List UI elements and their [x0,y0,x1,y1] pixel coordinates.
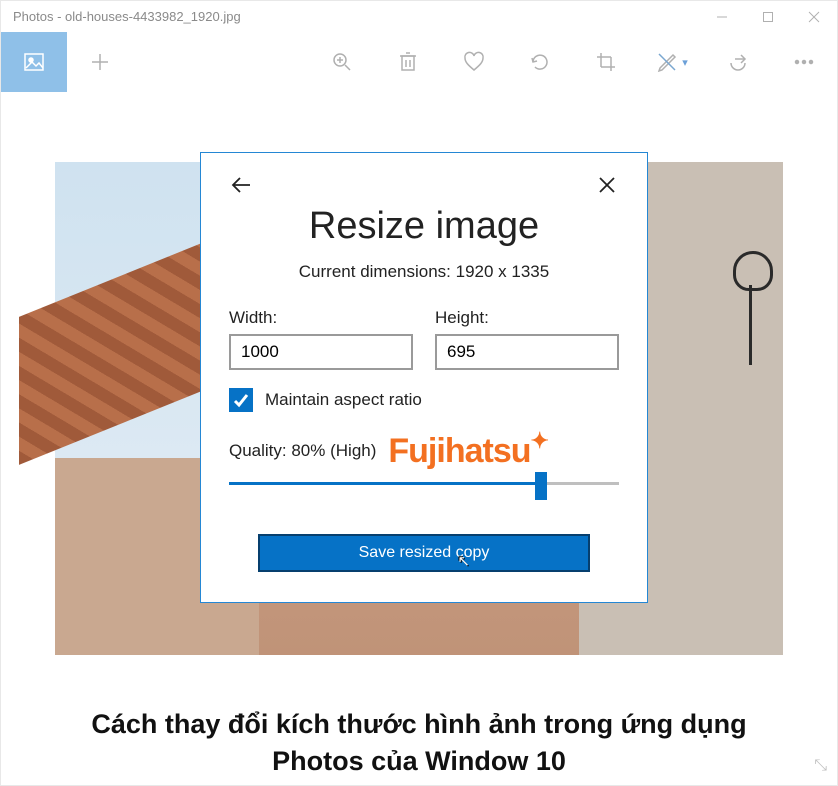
view-collection-button[interactable] [1,32,67,92]
app-title: Photos - old-houses-4433982_1920.jpg [13,9,241,24]
toolbar: ▾ [0,32,838,92]
back-button[interactable] [229,173,253,197]
rotate-button[interactable] [507,32,573,92]
favorite-button[interactable] [441,32,507,92]
share-button[interactable] [705,32,771,92]
caption-line-2: Photos của Window 10 [11,743,827,779]
more-button[interactable] [771,32,837,92]
close-dialog-button[interactable] [595,173,619,197]
caption-text: Cách thay đổi kích thước hình ảnh trong … [11,706,827,779]
resize-dialog: Resize image Current dimensions: 1920 x … [200,152,648,603]
quality-slider[interactable] [229,472,619,500]
height-input[interactable] [435,334,619,370]
crop-button[interactable] [573,32,639,92]
maintain-aspect-checkbox[interactable] [229,388,253,412]
close-window-button[interactable] [791,1,837,33]
star-icon: ✦ [531,428,548,453]
current-dimensions-label: Current dimensions: 1920 x 1335 [229,262,619,282]
caption-line-1: Cách thay đổi kích thước hình ảnh trong … [11,706,827,742]
titlebar: Photos - old-houses-4433982_1920.jpg [0,0,838,32]
slider-thumb[interactable] [535,472,547,500]
maintain-aspect-label: Maintain aspect ratio [265,390,422,410]
width-input[interactable] [229,334,413,370]
minimize-button[interactable] [699,1,745,33]
zoom-in-button[interactable] [309,32,375,92]
cursor-icon: ↖ [457,552,470,570]
save-resized-copy-button[interactable]: Save resized copy ↖ [258,534,590,572]
watermark-brand: Fujihatsu✦ [388,434,548,468]
height-label: Height: [435,308,619,328]
width-label: Width: [229,308,413,328]
chevron-down-icon: ▾ [682,56,688,69]
add-button[interactable] [67,32,133,92]
draw-button[interactable]: ▾ [639,32,705,92]
resize-handle-icon[interactable]: ⤡ [814,757,827,775]
quality-label: Quality: 80% (High) [229,441,376,461]
delete-button[interactable] [375,32,441,92]
dialog-title: Resize image [229,205,619,248]
content-area: Resize image Current dimensions: 1920 x … [0,92,838,786]
maximize-button[interactable] [745,1,791,33]
